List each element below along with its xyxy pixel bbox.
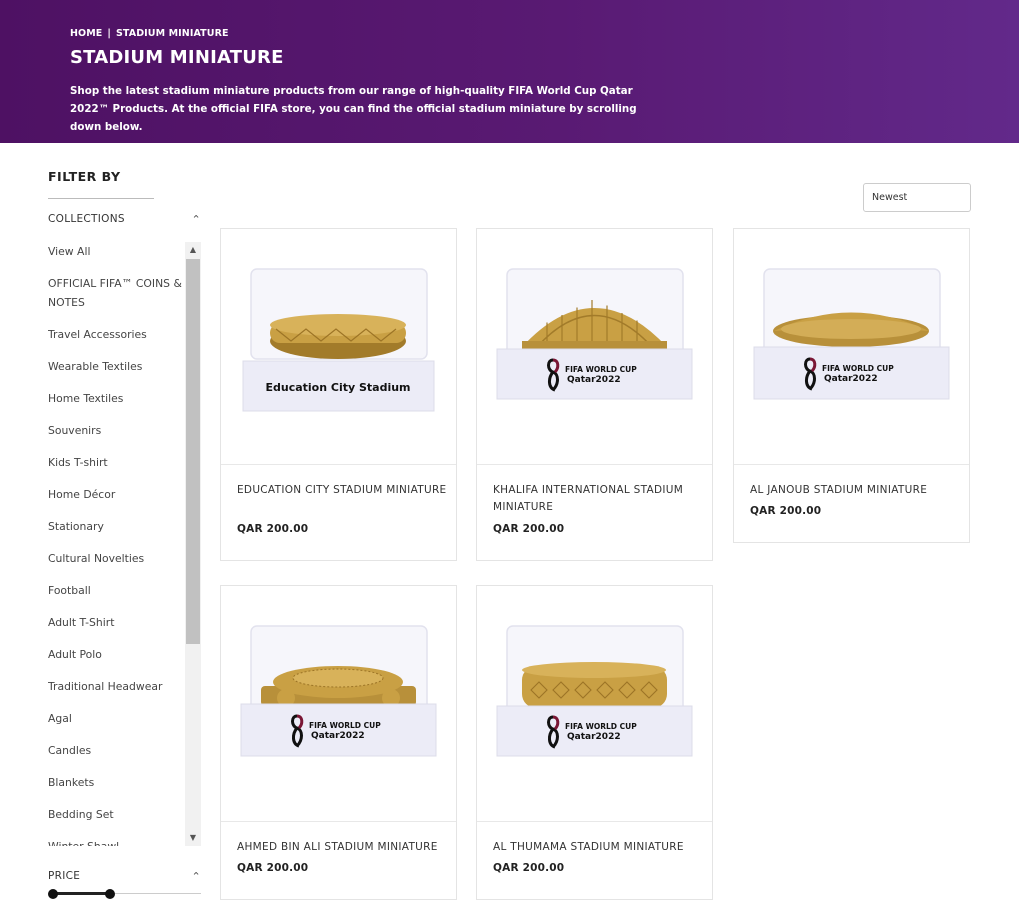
svg-text:Qatar2022: Qatar2022 — [824, 374, 878, 384]
svg-text:FIFA WORLD CUP: FIFA WORLD CUP — [565, 365, 637, 374]
price-slider-min-handle[interactable] — [48, 889, 58, 899]
page-title: STADIUM MINIATURE — [70, 47, 284, 68]
page-banner: HOME | STADIUM MINIATURE STADIUM MINIATURE… — [0, 0, 1019, 143]
ahmed-bin-ali-stadium-miniature-image[interactable]: FIFA WORLD CUP Qatar2022 — [221, 586, 456, 822]
khalifa-stadium-miniature-image[interactable]: FIFA WORLD CUP Qatar2022 — [477, 229, 712, 465]
svg-text:FIFA WORLD CUP: FIFA WORLD CUP — [822, 364, 894, 373]
sort-select[interactable]: Newest — [863, 183, 971, 212]
collection-link[interactable]: Football — [48, 581, 186, 600]
collections-list: View All OFFICIAL FIFA™ COINS & NOTES Trav… — [48, 242, 201, 846]
product-card[interactable]: FIFA WORLD CUP Qatar2022 AL THUMAMA STAD… — [476, 585, 713, 900]
product-name[interactable]: EDUCATION CITY STADIUM MINIATURE — [237, 482, 447, 499]
education-city-stadium-miniature-image[interactable]: Education City Stadium — [221, 229, 456, 465]
filter-title: FILTER BY — [48, 169, 121, 184]
collection-link[interactable]: Bedding Set — [48, 805, 186, 824]
collection-link[interactable]: Traditional Headwear — [48, 677, 186, 696]
svg-text:Qatar2022: Qatar2022 — [567, 375, 621, 385]
collection-link[interactable]: OFFICIAL FIFA™ COINS & NOTES — [48, 274, 186, 312]
breadcrumb: HOME | STADIUM MINIATURE — [70, 28, 229, 39]
page-description: Shop the latest stadium miniature produc… — [70, 85, 637, 133]
product-price: QAR 200.00 — [237, 523, 309, 535]
product-price: QAR 200.00 — [493, 862, 565, 874]
collection-link[interactable]: Blankets — [48, 773, 186, 792]
price-label: PRICE — [48, 870, 81, 882]
collection-link[interactable]: Adult T-Shirt — [48, 613, 186, 632]
price-range-slider[interactable] — [48, 887, 201, 901]
collection-link[interactable]: Stationary — [48, 517, 186, 536]
collection-link[interactable]: Cultural Novelties — [48, 549, 186, 568]
scrollbar-thumb[interactable] — [186, 259, 200, 644]
breadcrumb-separator: | — [107, 28, 111, 39]
collection-link[interactable]: Agal — [48, 709, 186, 728]
product-name[interactable]: AL JANOUB STADIUM MINIATURE — [750, 482, 960, 499]
collections-scrollbar[interactable]: ▲ ▼ — [185, 242, 201, 846]
collection-link[interactable]: Adult Polo — [48, 645, 186, 664]
collection-link[interactable]: Travel Accessories — [48, 325, 186, 344]
collection-link[interactable]: Home Textiles — [48, 389, 186, 408]
product-price: QAR 200.00 — [750, 505, 822, 517]
product-name[interactable]: AL THUMAMA STADIUM MINIATURE — [493, 839, 703, 856]
product-card[interactable]: FIFA WORLD CUP Qatar2022 AL JANOUB STADI… — [733, 228, 970, 543]
product-name[interactable]: AHMED BIN ALI STADIUM MINIATURE — [237, 839, 447, 856]
product-card[interactable]: FIFA WORLD CUP Qatar2022 KHALIFA INTERNA… — [476, 228, 713, 561]
svg-text:Qatar2022: Qatar2022 — [311, 731, 365, 741]
collection-link[interactable]: Home Décor — [48, 485, 186, 504]
price-toggle[interactable]: PRICE ⌃ — [48, 870, 203, 886]
collection-link[interactable]: Souvenirs — [48, 421, 186, 440]
breadcrumb-current: STADIUM MINIATURE — [115, 28, 229, 39]
chevron-up-icon: ⌃ — [191, 213, 201, 226]
scroll-down-arrow-icon[interactable]: ▼ — [185, 831, 201, 845]
chevron-up-icon: ⌃ — [191, 870, 201, 883]
product-card[interactable]: Education City Stadium EDUCATION CITY ST… — [220, 228, 457, 561]
price-slider-range — [53, 892, 111, 895]
svg-text:FIFA WORLD CUP: FIFA WORLD CUP — [309, 721, 381, 730]
filter-divider — [48, 198, 154, 199]
scroll-up-arrow-icon[interactable]: ▲ — [185, 243, 201, 257]
collections-label: COLLECTIONS — [48, 213, 125, 225]
collection-link[interactable]: Wearable Textiles — [48, 357, 186, 376]
collection-link[interactable]: Candles — [48, 741, 186, 760]
al-janoub-stadium-miniature-image[interactable]: FIFA WORLD CUP Qatar2022 — [734, 229, 969, 465]
product-price: QAR 200.00 — [493, 523, 565, 535]
svg-text:Qatar2022: Qatar2022 — [567, 732, 621, 742]
product-name[interactable]: KHALIFA INTERNATIONAL STADIUM MINIATURE — [493, 482, 703, 516]
breadcrumb-home-link[interactable]: HOME — [70, 28, 102, 39]
collection-link[interactable]: View All — [48, 242, 186, 261]
svg-text:Education City Stadium: Education City Stadium — [265, 381, 410, 394]
product-card[interactable]: FIFA WORLD CUP Qatar2022 AHMED BIN ALI S… — [220, 585, 457, 900]
price-slider-max-handle[interactable] — [105, 889, 116, 899]
collections-toggle[interactable]: COLLECTIONS ⌃ — [48, 213, 203, 229]
svg-text:FIFA WORLD CUP: FIFA WORLD CUP — [565, 722, 637, 731]
al-thumama-stadium-miniature-image[interactable]: FIFA WORLD CUP Qatar2022 — [477, 586, 712, 822]
collection-link[interactable]: Winter Shawl — [48, 837, 186, 846]
collection-link[interactable]: Kids T-shirt — [48, 453, 186, 472]
product-price: QAR 200.00 — [237, 862, 309, 874]
